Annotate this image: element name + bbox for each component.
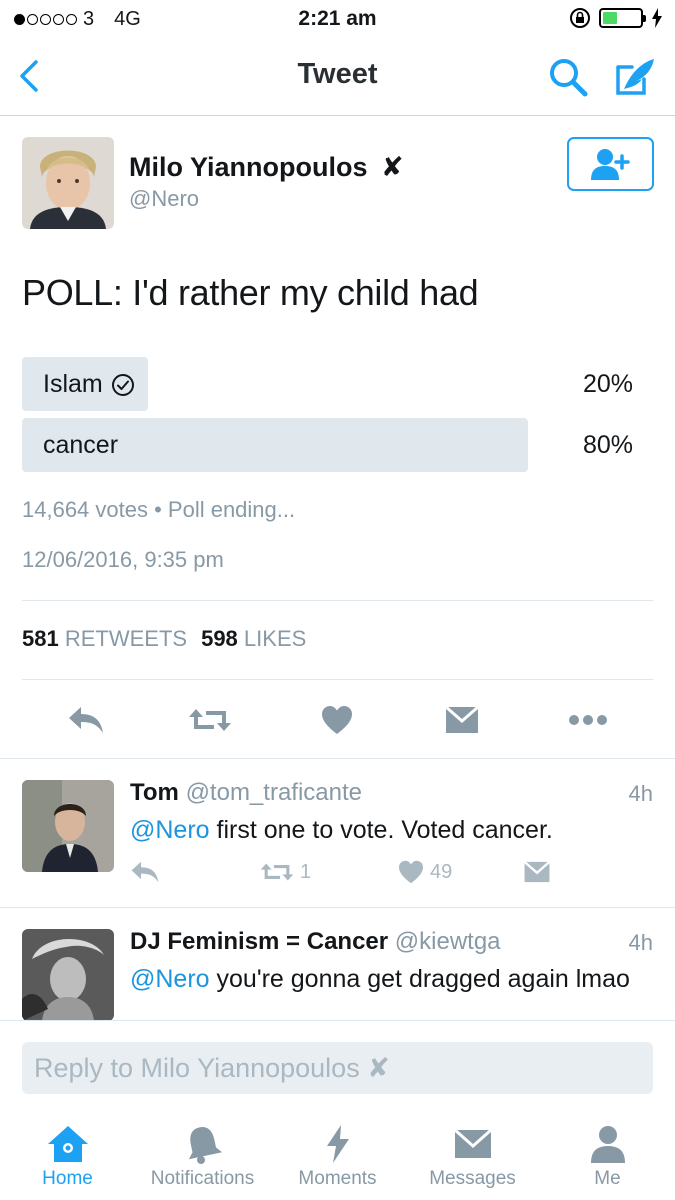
- reply-avatar[interactable]: [22, 780, 114, 872]
- retweet-button[interactable]: [188, 700, 232, 740]
- back-button[interactable]: [12, 56, 52, 96]
- more-options-button[interactable]: [566, 700, 610, 740]
- reply-like-button[interactable]: 49: [398, 860, 452, 884]
- reply-author-handle[interactable]: @tom_traficante: [186, 779, 362, 806]
- reply-author-name[interactable]: DJ Feminism = Cancer: [130, 928, 388, 955]
- poll-option: cancer 80%: [22, 418, 633, 472]
- nav-bar: Tweet: [0, 38, 675, 116]
- reply-like-count: 49: [430, 860, 453, 883]
- tweet-stats: 581 RETWEETS 598 LIKES: [22, 626, 306, 652]
- reply-placeholder: Reply to Milo Yiannopoulos ✘: [34, 1052, 390, 1083]
- poll-option-label: cancer: [43, 431, 118, 460]
- reply-header: Tom @tom_traficante: [130, 779, 362, 807]
- status-icons: [569, 7, 663, 29]
- mention-link[interactable]: @Nero: [130, 816, 210, 844]
- reply-time: 4h: [628, 930, 653, 955]
- tab-label: Me: [594, 1168, 621, 1189]
- likes-stat[interactable]: 598 LIKES: [201, 626, 306, 652]
- reply-time: 4h: [628, 781, 653, 806]
- compose-quill-icon: [616, 59, 654, 95]
- more-dots-icon: [569, 715, 607, 725]
- mention-link[interactable]: @Nero: [130, 965, 210, 993]
- heart-icon: [322, 706, 352, 734]
- tab-moments[interactable]: Moments: [270, 1124, 405, 1200]
- charging-bolt-icon: [652, 8, 662, 28]
- follow-button[interactable]: [567, 137, 654, 191]
- tab-notifications[interactable]: Notifications: [135, 1124, 270, 1200]
- compose-tweet-button[interactable]: [612, 53, 658, 99]
- divider: [22, 679, 653, 680]
- tab-label: Messages: [429, 1168, 516, 1189]
- author-avatar[interactable]: [22, 137, 114, 229]
- reply-author-name[interactable]: Tom: [130, 779, 179, 806]
- tab-bar: Home Notifications Moments Messages Me: [0, 1110, 675, 1200]
- tab-messages[interactable]: Messages: [405, 1124, 540, 1200]
- envelope-icon: [453, 1128, 492, 1158]
- direct-message-button[interactable]: [440, 700, 484, 740]
- tweet-actions: [0, 690, 675, 750]
- tab-label: Home: [42, 1168, 93, 1189]
- bell-icon: [188, 1127, 222, 1164]
- poll-option: Islam 20%: [22, 357, 633, 411]
- reply-body: you're gonna get dragged again lmao: [209, 965, 630, 993]
- poll-option-percent: 20%: [582, 370, 633, 398]
- author-name[interactable]: Milo Yiannopoulos ✘: [129, 152, 404, 183]
- battery-icon: [599, 8, 646, 28]
- divider: [22, 600, 653, 601]
- reply-button[interactable]: [64, 700, 108, 740]
- reply-retweet-button[interactable]: 1: [260, 860, 311, 884]
- retweet-icon: [189, 709, 231, 731]
- envelope-icon: [523, 861, 551, 883]
- search-button[interactable]: [546, 55, 590, 99]
- reply-icon: [131, 861, 159, 883]
- reply-retweet-count: 1: [300, 860, 312, 883]
- reply-body: first one to vote. Voted cancer.: [209, 816, 553, 844]
- chevron-left-icon: [20, 60, 38, 92]
- poll-option-label: Islam: [43, 370, 135, 399]
- retweets-count: 581: [22, 626, 59, 651]
- reply-item[interactable]: DJ Feminism = Cancer @kiewtga 4h @Nero y…: [0, 908, 675, 1020]
- reply-message-button[interactable]: [523, 860, 551, 884]
- reply-header: DJ Feminism = Cancer @kiewtga: [130, 928, 501, 956]
- tweet-text: POLL: I'd rather my child had: [22, 272, 479, 313]
- author-name-text: Milo Yiannopoulos: [129, 152, 368, 182]
- reply-reply-button[interactable]: [130, 860, 160, 884]
- orientation-lock-icon: [570, 8, 590, 28]
- heart-icon: [399, 860, 423, 884]
- like-button[interactable]: [315, 700, 359, 740]
- tab-me[interactable]: Me: [540, 1124, 675, 1200]
- poll-option-text: cancer: [43, 431, 119, 459]
- tab-label: Moments: [298, 1168, 377, 1189]
- reply-icon: [69, 707, 103, 733]
- poll-option-text: Islam: [43, 370, 103, 398]
- verified-mark: ✘: [381, 152, 404, 182]
- reply-author-handle[interactable]: @kiewtga: [395, 928, 501, 955]
- retweets-stat[interactable]: 581 RETWEETS: [22, 626, 187, 652]
- reply-composer: Reply to Milo Yiannopoulos ✘: [0, 1020, 675, 1110]
- reply-actions: 1 49: [130, 860, 650, 890]
- status-bar: 3 4G 2:21 am: [0, 0, 675, 38]
- reply-input[interactable]: Reply to Milo Yiannopoulos ✘: [22, 1042, 653, 1094]
- reply-text: @Nero first one to vote. Voted cancer.: [130, 813, 650, 847]
- likes-label: LIKES: [243, 626, 307, 651]
- tab-label: Notifications: [150, 1168, 255, 1189]
- search-icon: [550, 59, 588, 97]
- poll-meta: 14,664 votes • Poll ending...: [22, 497, 296, 522]
- retweets-label: RETWEETS: [64, 626, 188, 651]
- person-icon: [590, 1126, 625, 1163]
- lightning-icon: [326, 1125, 349, 1163]
- envelope-icon: [445, 705, 479, 733]
- likes-count: 598: [201, 626, 238, 651]
- home-icon: [47, 1126, 88, 1162]
- reply-avatar[interactable]: [22, 929, 114, 1020]
- poll-option-percent: 80%: [582, 431, 633, 459]
- tab-home[interactable]: Home: [0, 1124, 135, 1200]
- add-user-icon: [590, 149, 630, 180]
- check-circle-icon: [111, 373, 134, 396]
- author-handle[interactable]: @Nero: [129, 186, 199, 212]
- retweet-icon: [260, 863, 294, 881]
- reply-text: @Nero you're gonna get dragged again lma…: [130, 962, 650, 996]
- reply-item[interactable]: Tom @tom_traficante 4h @Nero first one t…: [0, 759, 675, 907]
- tweet-timestamp: 12/06/2016, 9:35 pm: [22, 547, 224, 572]
